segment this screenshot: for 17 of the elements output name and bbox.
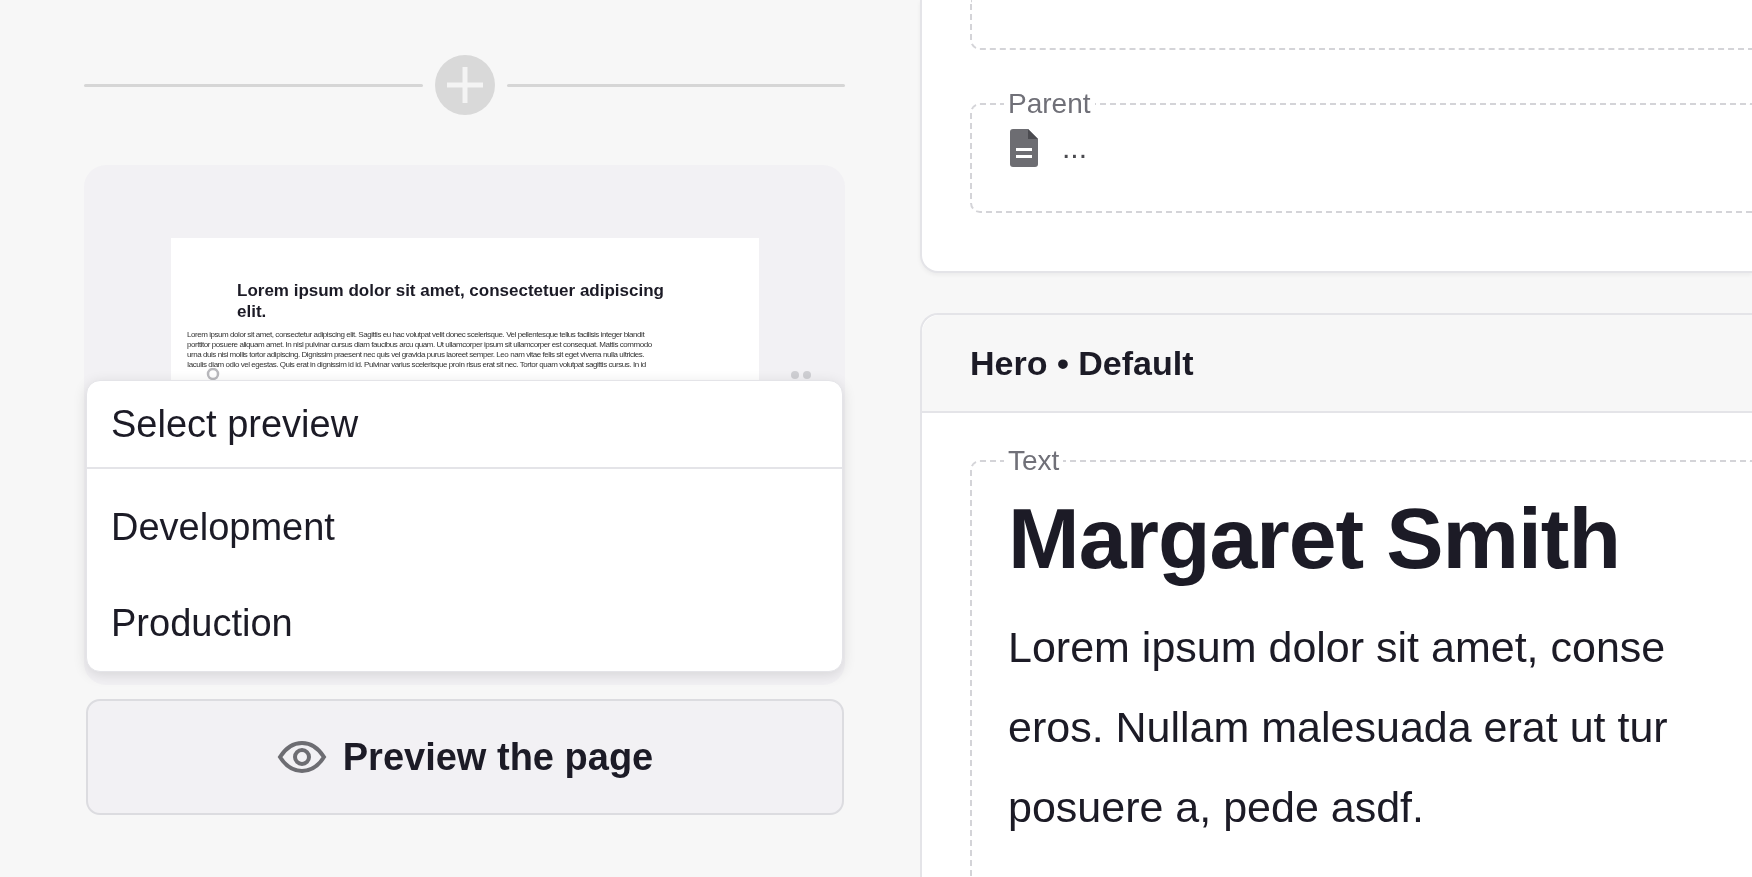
- dropdown-option[interactable]: Production: [87, 575, 842, 671]
- dropdown-option[interactable]: Development: [87, 479, 842, 575]
- thumbnail-heading: Lorem ipsum dolor sit amet, consectetuer adipiscing elit.: [237, 280, 665, 322]
- drag-handle-icon[interactable]: [790, 370, 812, 380]
- field-label: Text: [1007, 445, 1061, 477]
- thumbnail-text: Lorem ipsum dolor sit amet, consectetur adipiscing elit. Sagittis eu hac volutpat velit donec scelerisque. Vel pellentesque tellus facilisis integer blandit porttitor posuere aliquam amet. In nisl pulvinar cursus diam faucibus arcu quam. Ut ullamcorper ipsum sit ullamcorper est consequat. Mattis commodo urna duis nisi mollis tortor adipiscing. Dignissim praesent nec quis vel gravida purus laoreet semper. Leo nam vitae felis sit eget viverra nulla ultricies. Iaculis diam odio vel egestas. Quis erat in dignissim id id. Pulvinar varius scelerisque proin risus erat sit nec. Tortor quam volutpat sagittis cursus. In id: [187, 330, 653, 370]
- field-label: Parent: [1007, 88, 1092, 120]
- hero-paragraph: Lorem ipsum dolor sit amet, conse eros. Nullam malesuada erat ut tur posuere a, pede asdf.: [1008, 622, 1669, 833]
- parent-value: ...: [1062, 131, 1087, 165]
- preview-button[interactable]: Preview the page: [86, 699, 844, 815]
- dropdown-title: Select preview: [87, 381, 842, 469]
- hero-heading: Margaret Smith: [1008, 489, 1622, 588]
- eye-icon: [276, 740, 327, 774]
- add-section-icon[interactable]: [434, 55, 495, 115]
- block-title: Hero • Default: [970, 343, 1194, 383]
- document-icon: [1008, 128, 1040, 168]
- ring-icon: [206, 368, 220, 382]
